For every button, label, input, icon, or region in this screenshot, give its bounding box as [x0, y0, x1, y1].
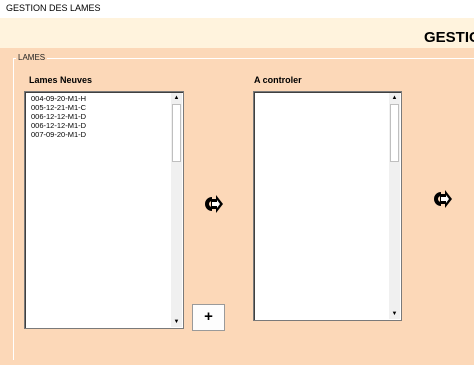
- scroll-thumb[interactable]: [172, 104, 181, 162]
- list-item[interactable]: 006-12-12-M1-D: [31, 112, 86, 121]
- new-blades-items: 004-09-20-M1-H 005-12-21-M1-C 006-12-12-M1…: [31, 94, 86, 139]
- new-blades-label: Lames Neuves: [29, 75, 93, 85]
- new-blades-scrollbar[interactable]: ▲ ▼: [171, 93, 182, 327]
- list-item[interactable]: 006-12-12-M1-D: [31, 121, 86, 130]
- scroll-thumb[interactable]: [390, 104, 399, 162]
- window-title: GESTION DES LAMES: [6, 3, 101, 13]
- add-button[interactable]: +: [192, 304, 225, 331]
- page-heading: GESTIC: [424, 29, 474, 46]
- header-banner: GESTIC: [0, 18, 474, 48]
- scroll-down-button[interactable]: ▼: [389, 309, 400, 319]
- list-item[interactable]: 007-09-20-M1-D: [31, 130, 86, 139]
- move-next-button[interactable]: [431, 188, 453, 210]
- to-control-scrollbar[interactable]: ▲ ▼: [389, 93, 400, 319]
- list-item[interactable]: 004-09-20-M1-H: [31, 94, 86, 103]
- scroll-up-button[interactable]: ▲: [171, 93, 182, 103]
- to-control-label: A controler: [254, 75, 302, 85]
- to-control-listbox[interactable]: ▲ ▼: [253, 91, 402, 321]
- frame-label: LAMES: [16, 53, 48, 62]
- list-item[interactable]: 005-12-21-M1-C: [31, 103, 86, 112]
- right-arrow-icon: [205, 195, 223, 213]
- scroll-up-button[interactable]: ▲: [389, 93, 400, 103]
- title-bar: GESTION DES LAMES: [0, 0, 474, 18]
- right-arrow-icon: [434, 190, 452, 208]
- new-blades-listbox[interactable]: 004-09-20-M1-H 005-12-21-M1-C 006-12-12-M1…: [24, 91, 184, 329]
- move-to-control-button[interactable]: [202, 193, 224, 215]
- scroll-down-button[interactable]: ▼: [171, 317, 182, 327]
